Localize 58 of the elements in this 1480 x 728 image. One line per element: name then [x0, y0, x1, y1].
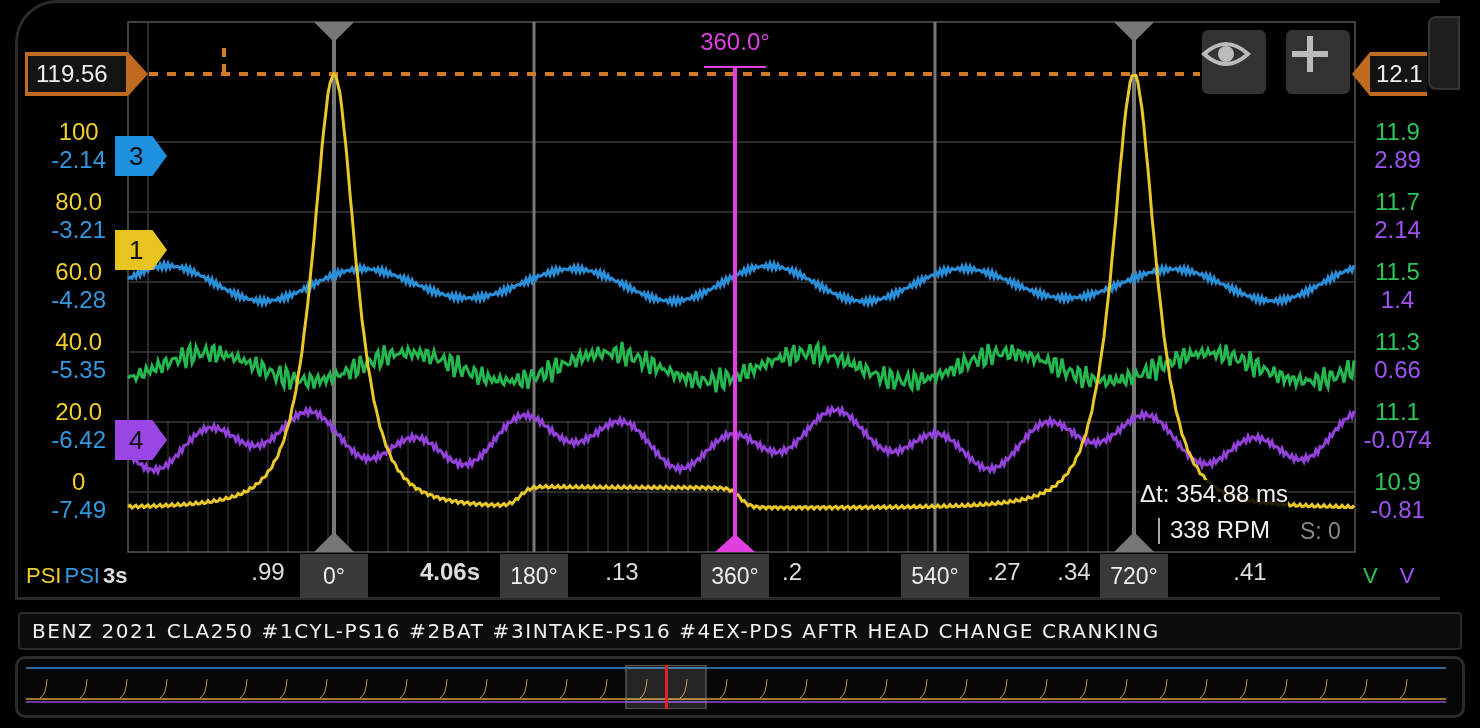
- delta-time-reading: Δt: 354.88 ms: [1140, 480, 1289, 508]
- axis-tick-label: 40.0: [55, 328, 102, 356]
- cursor-angle-label: 360.0°: [699, 28, 771, 56]
- axis-tick-label: 0.66: [1374, 356, 1421, 384]
- axis-tick-label: -5.35: [51, 356, 106, 384]
- overview-selection-window[interactable]: [625, 665, 707, 709]
- axis-tick-label: 2.14: [1374, 216, 1421, 244]
- angle-label: 720°: [1100, 554, 1168, 598]
- axis-tick-label: 11.3: [1375, 328, 1420, 356]
- angle-label: 180°: [500, 554, 568, 598]
- axis-tick-label: 10.9: [1374, 468, 1421, 496]
- time-axis-label: 4.06s: [419, 558, 481, 586]
- time-axis-label: .2: [782, 558, 802, 586]
- axis-tick-label: 11.1: [1375, 398, 1420, 426]
- angle-cursor-line[interactable]: [314, 22, 354, 552]
- time-axis-label: .34: [1057, 558, 1091, 586]
- time-axis-label: .99: [251, 558, 285, 586]
- reading-divider: [1158, 518, 1160, 544]
- axis-tick-label: -0.81: [1370, 496, 1425, 524]
- axis-tick-label: -6.42: [51, 426, 106, 454]
- time-axis-label: .27: [987, 558, 1021, 586]
- add-button[interactable]: [1286, 30, 1350, 94]
- time-axis-label: .13: [605, 558, 639, 586]
- axis-tick-label: -3.21: [51, 216, 106, 244]
- unit-label: PSI: [64, 563, 100, 589]
- panel-handle[interactable]: [1428, 16, 1460, 90]
- axis-tick-label: 0: [71, 468, 86, 496]
- axis-tick-label: -7.49: [51, 496, 106, 524]
- unit-label: V: [1363, 563, 1378, 589]
- axis-tick-label: -4.28: [51, 286, 106, 314]
- angle-label: 540°: [901, 554, 969, 598]
- axis-tick-label: 1.4: [1380, 286, 1415, 314]
- axis-tick-label: 60.0: [55, 258, 102, 286]
- reference-value-marker[interactable]: 119.56: [25, 52, 148, 96]
- recording-title: BENZ 2021 CLA250 #1CYL-PS16 #2BAT #3INTAKE-PS16 #4EX-PDS AFTR HEAD CHANGE CRANKING: [31, 618, 1161, 645]
- axis-tick-label: 80.0: [55, 188, 102, 216]
- unit-label: PSI: [26, 563, 62, 589]
- time-cursor-line[interactable]: [703, 66, 767, 552]
- axis-tick-label: -2.14: [51, 146, 106, 174]
- reference-line[interactable]: [149, 48, 1200, 76]
- axis-tick-label: 11.5: [1375, 258, 1420, 286]
- time-span-label: 3s: [102, 563, 128, 589]
- angle-label: 360°: [701, 554, 769, 598]
- visibility-button[interactable]: [1202, 30, 1266, 94]
- axis-tick-label: 11.9: [1375, 118, 1420, 146]
- reference-value-marker[interactable]: 12.1: [1352, 52, 1427, 96]
- channel-marker[interactable]: 4: [115, 420, 167, 460]
- axis-tick-label: 2.89: [1374, 146, 1421, 174]
- axis-tick-label: 100: [58, 118, 99, 146]
- sample-count: S: 0: [1300, 518, 1341, 545]
- channel-marker[interactable]: 3: [115, 136, 167, 176]
- time-axis-label: .41: [1233, 558, 1267, 586]
- unit-label: V: [1399, 563, 1415, 589]
- angle-label: 0°: [300, 554, 368, 598]
- axis-tick-label: 20.0: [55, 398, 102, 426]
- axis-tick-label: 11.7: [1375, 188, 1420, 216]
- channel-marker[interactable]: 1: [115, 230, 167, 270]
- axis-tick-label: -0.074: [1363, 426, 1432, 454]
